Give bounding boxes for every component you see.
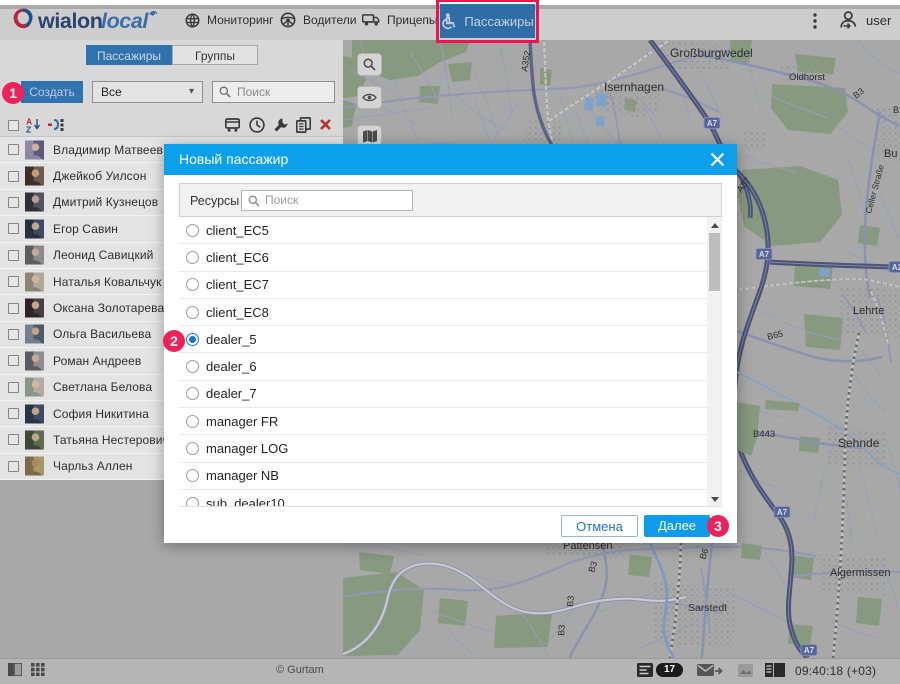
svg-text:Sehnde: Sehnde (838, 436, 880, 450)
svg-text:Algermissen: Algermissen (830, 567, 891, 579)
svg-text:A7: A7 (759, 250, 770, 259)
svg-text:A7: A7 (804, 646, 815, 655)
svg-text:B: B (893, 105, 899, 115)
svg-text:B3: B3 (565, 595, 576, 607)
svg-text:A7: A7 (777, 508, 788, 517)
svg-text:B3: B3 (556, 624, 567, 636)
svg-text:wialon: wialon (37, 9, 103, 33)
svg-text:Bu: Bu (884, 148, 897, 160)
svg-text:Lehrte: Lehrte (853, 305, 884, 317)
svg-text:Sarstedt: Sarstedt (688, 602, 727, 614)
svg-text:Isernhagen: Isernhagen (604, 80, 664, 94)
svg-text:B443: B443 (753, 429, 775, 440)
svg-text:Großburgwedel: Großburgwedel (670, 46, 753, 60)
svg-text:Z: Z (26, 125, 31, 134)
svg-text:Oldhorst: Oldhorst (789, 72, 825, 83)
svg-text:local: local (101, 9, 149, 33)
svg-text:A2: A2 (892, 263, 900, 272)
svg-text:A7: A7 (707, 119, 718, 128)
